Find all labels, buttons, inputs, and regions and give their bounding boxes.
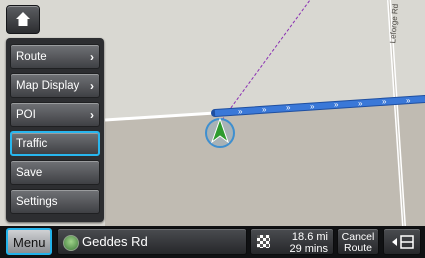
cancel-route-button[interactable]: Cancel Route — [337, 228, 379, 255]
chevron-right-icon: › — [90, 79, 94, 93]
route-info: 18.6 mi 29 mins — [289, 231, 328, 255]
current-road-name: Geddes Rd — [82, 234, 148, 249]
current-road-display[interactable]: Geddes Rd — [57, 228, 247, 255]
route-time: 29 mins — [289, 243, 328, 255]
menu-item-map-display[interactable]: Map Display › — [10, 73, 100, 98]
destination-flag-icon — [257, 235, 270, 248]
menu-item-settings[interactable]: Settings — [10, 189, 100, 214]
home-button[interactable] — [6, 5, 40, 34]
svg-text:»: » — [334, 100, 339, 109]
cancel-route-label-line2: Route — [343, 242, 373, 254]
menu-item-label: Route — [16, 51, 47, 63]
svg-text:»: » — [262, 105, 267, 114]
menu-item-label: Settings — [16, 196, 58, 208]
svg-text:»: » — [238, 107, 243, 116]
chevron-right-icon: › — [90, 108, 94, 122]
menu-item-label: POI — [16, 109, 36, 121]
vehicle-position-icon — [205, 117, 235, 148]
menu-button-label: Menu — [13, 235, 46, 250]
nav-screen: » » » » » » » » Leforge Rd Route › Map D… — [0, 0, 425, 258]
svg-text:»: » — [310, 102, 315, 111]
svg-text:»: » — [358, 99, 363, 108]
split-screen-icon — [392, 235, 414, 249]
road-icon — [63, 235, 79, 251]
home-icon — [16, 12, 30, 26]
menu-item-label: Save — [16, 167, 43, 179]
menu-button[interactable]: Menu — [6, 228, 52, 255]
menu-panel: Route › Map Display › POI › Traffic Save… — [6, 38, 104, 222]
menu-item-route[interactable]: Route › — [10, 44, 100, 69]
map-land-area — [105, 100, 425, 226]
route-info-button[interactable]: 18.6 mi 29 mins — [250, 228, 334, 255]
menu-item-save[interactable]: Save — [10, 160, 100, 185]
menu-item-label: Traffic — [16, 138, 48, 150]
menu-item-label: Map Display — [16, 80, 80, 92]
menu-item-traffic[interactable]: Traffic — [10, 131, 100, 156]
chevron-right-icon: › — [90, 50, 94, 64]
svg-text:»: » — [286, 103, 291, 112]
bottom-bar: Menu Geddes Rd 18.6 mi 29 mins Cancel Ro… — [0, 226, 425, 258]
split-view-button[interactable] — [383, 228, 421, 255]
svg-text:»: » — [382, 97, 387, 106]
svg-text:»: » — [406, 96, 411, 105]
menu-item-poi[interactable]: POI › — [10, 102, 100, 127]
route-distance: 18.6 mi — [291, 231, 328, 243]
